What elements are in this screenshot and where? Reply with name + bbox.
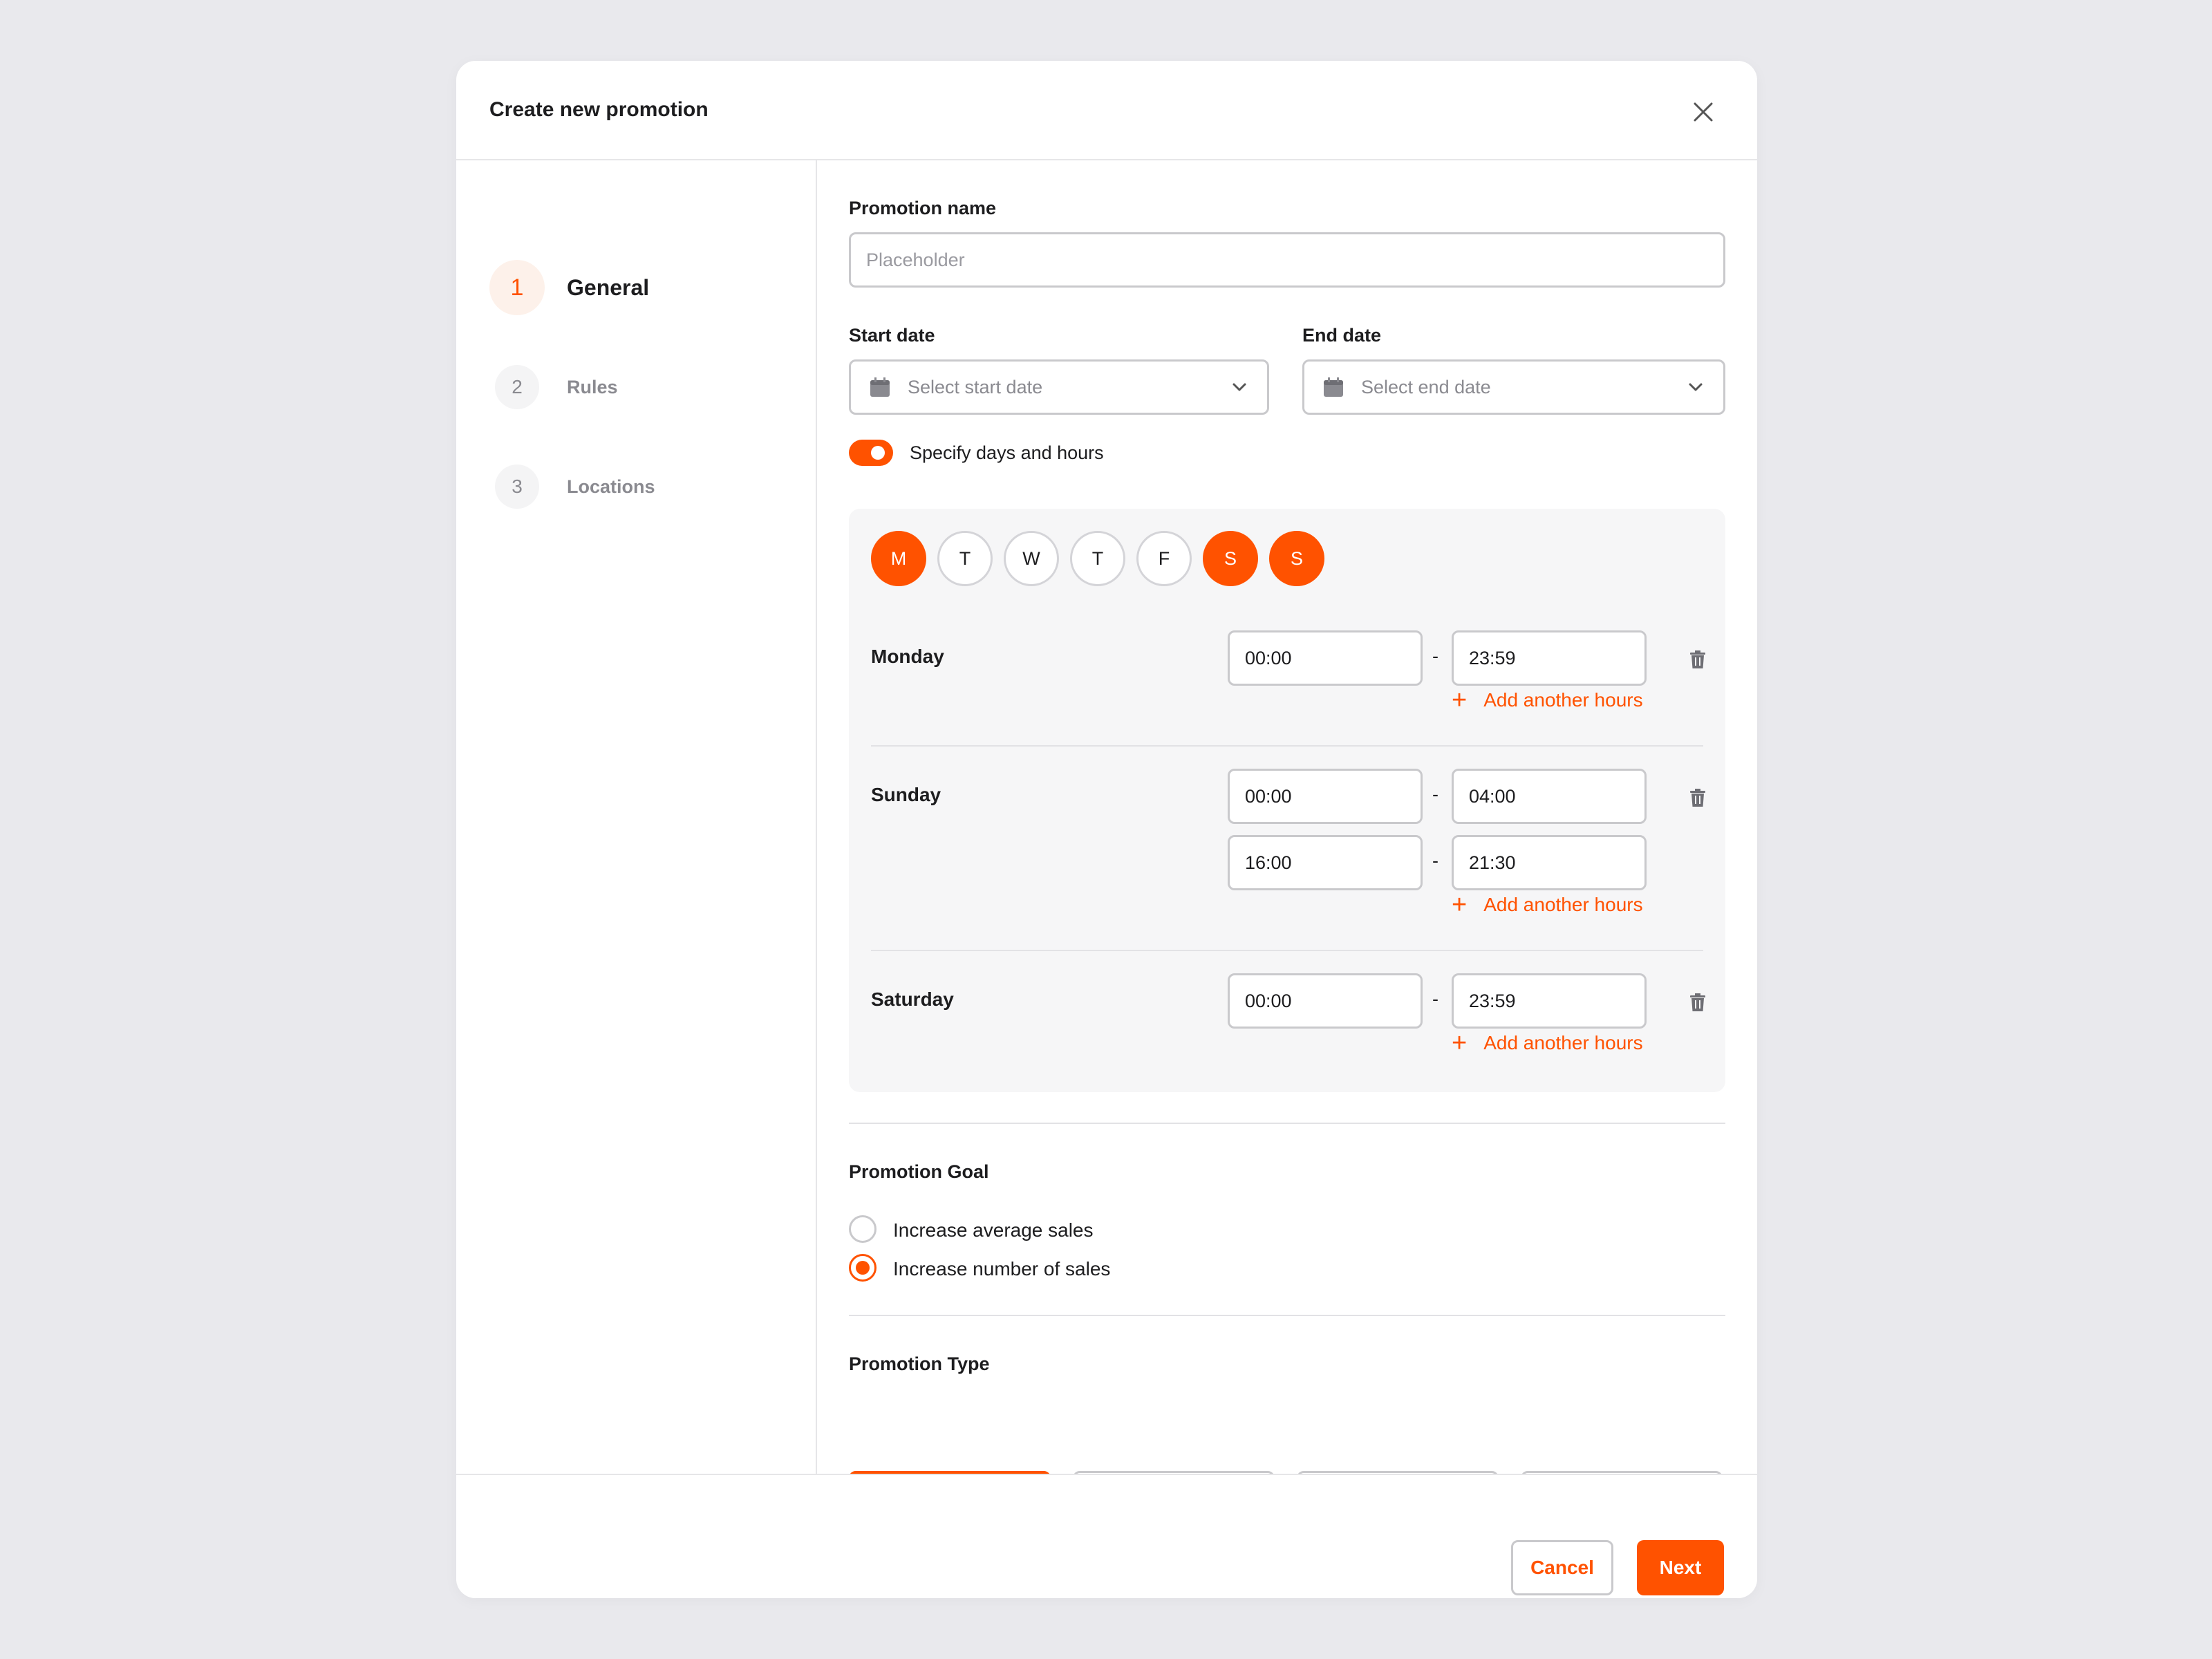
range-separator: -: [1432, 988, 1438, 1009]
specify-days-label: Specify days and hours: [910, 442, 1104, 463]
calendar-icon: [1324, 377, 1343, 397]
day-toggle-saturday[interactable]: S: [1203, 531, 1258, 586]
day-toggle-thursday[interactable]: T: [1070, 531, 1125, 586]
step-number: 3: [495, 465, 539, 509]
step-locations[interactable]: 3 Locations: [495, 459, 799, 514]
step-general[interactable]: 1 General: [489, 260, 799, 315]
cancel-button[interactable]: Cancel: [1511, 1540, 1613, 1595]
chevron-down-icon: [1689, 383, 1703, 391]
time-from-input[interactable]: [1228, 835, 1423, 890]
promotion-name-label: Promotion name: [849, 198, 997, 218]
time-to-input[interactable]: [1452, 835, 1647, 890]
section-divider: [849, 1315, 1725, 1316]
modal-title: Create new promotion: [489, 98, 709, 121]
start-date-select[interactable]: Select start date: [849, 359, 1269, 415]
chevron-down-icon: [1232, 383, 1246, 391]
day-toggle-tuesday[interactable]: T: [937, 531, 993, 586]
add-hours-link[interactable]: + Add another hours: [1452, 892, 1643, 918]
end-date-select[interactable]: Select end date: [1302, 359, 1725, 415]
promotion-goal-label: Promotion Goal: [849, 1161, 989, 1182]
goal-option-label: Increase number of sales: [893, 1258, 1111, 1280]
plus-icon: +: [1452, 686, 1468, 715]
plus-icon: +: [1452, 890, 1468, 919]
schedule-divider: [871, 745, 1703, 747]
close-icon: [1694, 102, 1713, 122]
modal-footer: Cancel Next: [456, 1474, 1757, 1598]
promotion-type-label: Promotion Type: [849, 1353, 990, 1374]
section-divider: [849, 1123, 1725, 1124]
specify-days-toggle[interactable]: [849, 440, 893, 466]
step-number: 1: [489, 260, 545, 315]
promotion-name-input[interactable]: [849, 232, 1725, 288]
time-to-input[interactable]: [1452, 630, 1647, 686]
end-date-label: End date: [1302, 325, 1382, 346]
add-hours-label: Add another hours: [1483, 894, 1643, 915]
calendar-icon: [870, 377, 890, 397]
plus-icon: +: [1452, 1029, 1468, 1058]
add-hours-label: Add another hours: [1483, 1032, 1643, 1053]
add-hours-link[interactable]: + Add another hours: [1452, 1030, 1643, 1056]
day-toggle-monday[interactable]: M: [871, 531, 926, 586]
form-content: Promotion name Start date Select start d…: [817, 160, 1757, 1536]
time-to-input[interactable]: [1452, 973, 1647, 1029]
step-number: 2: [495, 365, 539, 409]
time-from-input[interactable]: [1228, 769, 1423, 824]
create-promotion-modal: Create new promotion 1 General 2 Rules 3…: [456, 61, 1757, 1598]
schedule-divider: [871, 950, 1703, 951]
start-date-label: Start date: [849, 325, 935, 346]
trash-icon[interactable]: [1687, 991, 1709, 1013]
time-from-input[interactable]: [1228, 973, 1423, 1029]
day-toggle-sunday[interactable]: S: [1269, 531, 1324, 586]
range-separator: -: [1432, 646, 1438, 666]
step-label: Rules: [567, 376, 618, 397]
schedule-day-name: Sunday: [871, 784, 941, 805]
next-button[interactable]: Next: [1637, 1540, 1724, 1595]
add-hours-link[interactable]: + Add another hours: [1452, 687, 1643, 713]
step-label: General: [567, 274, 650, 300]
schedule-day-name: Monday: [871, 646, 944, 667]
day-toggle-friday[interactable]: F: [1136, 531, 1192, 586]
schedule-day-name: Saturday: [871, 988, 954, 1010]
range-separator: -: [1432, 784, 1438, 805]
step-label: Locations: [567, 476, 655, 497]
close-button[interactable]: [1689, 98, 1717, 126]
trash-icon[interactable]: [1687, 648, 1709, 671]
add-hours-label: Add another hours: [1483, 689, 1643, 711]
time-from-input[interactable]: [1228, 630, 1423, 686]
range-separator: -: [1432, 850, 1438, 871]
step-rules[interactable]: 2 Rules: [495, 359, 799, 415]
end-date-placeholder: Select end date: [1361, 376, 1491, 397]
steps-sidebar: 1 General 2 Rules 3 Locations: [456, 160, 817, 1536]
trash-icon[interactable]: [1687, 787, 1709, 809]
goal-option-label: Increase average sales: [893, 1219, 1094, 1241]
modal-header: Create new promotion: [456, 61, 1757, 160]
goal-radio-average[interactable]: [849, 1215, 877, 1243]
time-to-input[interactable]: [1452, 769, 1647, 824]
day-toggle-wednesday[interactable]: W: [1004, 531, 1059, 586]
start-date-placeholder: Select start date: [908, 376, 1043, 397]
goal-radio-number[interactable]: [849, 1254, 877, 1282]
